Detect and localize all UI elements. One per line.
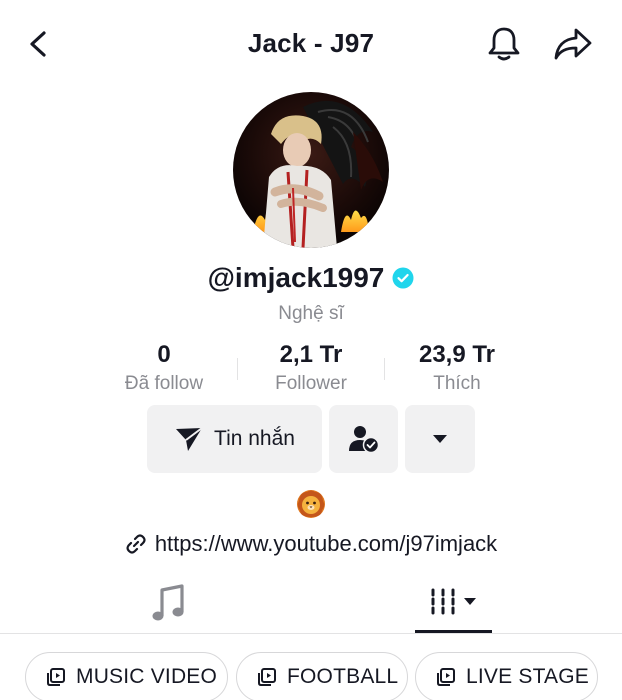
grid-dropdown-icon <box>431 588 476 615</box>
followers-label: Follower <box>275 373 347 394</box>
following-count: 0 <box>157 341 171 368</box>
bio-link[interactable]: https://www.youtube.com/j97imjack <box>0 530 622 558</box>
username: @imjack1997 <box>207 262 385 293</box>
stats: 0 Đã follow 2,1 Tr Follower 23,9 Tr Thíc… <box>100 340 520 400</box>
profile-page: Jack - J97 @imjack1997 Nghệ sĩ 0 Đã foll… <box>0 0 622 700</box>
likes-stat[interactable]: 23,9 Tr Thích <box>382 340 532 398</box>
playlist-chip-football[interactable]: FOOTBALL <box>236 652 408 700</box>
playlist-icon <box>258 668 276 686</box>
follow-status-button[interactable] <box>329 405 398 473</box>
likes-count: 23,9 Tr <box>418 341 496 368</box>
share-arrow-icon <box>554 28 592 60</box>
lion-emoji-icon <box>296 489 326 519</box>
following-label: Đã follow <box>124 373 204 394</box>
caret-down-icon <box>433 435 447 443</box>
category-label: Nghệ sĩ <box>278 303 344 324</box>
message-button[interactable]: Tin nhắn <box>147 405 322 473</box>
followers-count: 2,1 Tr <box>279 341 343 368</box>
following-stat[interactable]: 0 Đã follow <box>89 340 239 398</box>
username-row: @imjack1997 <box>0 258 622 298</box>
avatar[interactable] <box>233 92 389 248</box>
playlist-chip-live-stage[interactable]: LIVE STAGE <box>415 652 598 700</box>
user-check-icon <box>348 426 379 454</box>
playlist-chip-label: LIVE STAGE <box>466 665 589 688</box>
music-note-icon <box>152 584 184 621</box>
bell-icon <box>488 27 520 61</box>
tabs-divider <box>0 633 622 634</box>
notification-button[interactable] <box>484 24 524 64</box>
playlist-chip-music-video[interactable]: MUSIC VIDEO <box>25 652 228 700</box>
playlist-chip-label: MUSIC VIDEO <box>76 665 218 688</box>
likes-label: Thích <box>433 373 481 394</box>
followers-stat[interactable]: 2,1 Tr Follower <box>236 340 386 398</box>
more-button[interactable] <box>405 405 475 473</box>
bio-link-text: https://www.youtube.com/j97imjack <box>154 531 498 556</box>
playlist-chip-label: FOOTBALL <box>287 665 399 688</box>
page-title: Jack - J97 <box>247 28 375 58</box>
message-button-label: Tin nhắn <box>214 427 295 450</box>
playlist-icon <box>437 668 455 686</box>
header: Jack - J97 <box>0 0 622 88</box>
tab-videos[interactable] <box>415 574 492 632</box>
playlist-icon <box>47 668 65 686</box>
link-icon <box>126 534 146 554</box>
tab-music[interactable] <box>150 574 186 632</box>
share-button[interactable] <box>552 24 594 64</box>
paper-plane-icon <box>176 427 203 451</box>
verified-badge-icon <box>392 267 414 289</box>
